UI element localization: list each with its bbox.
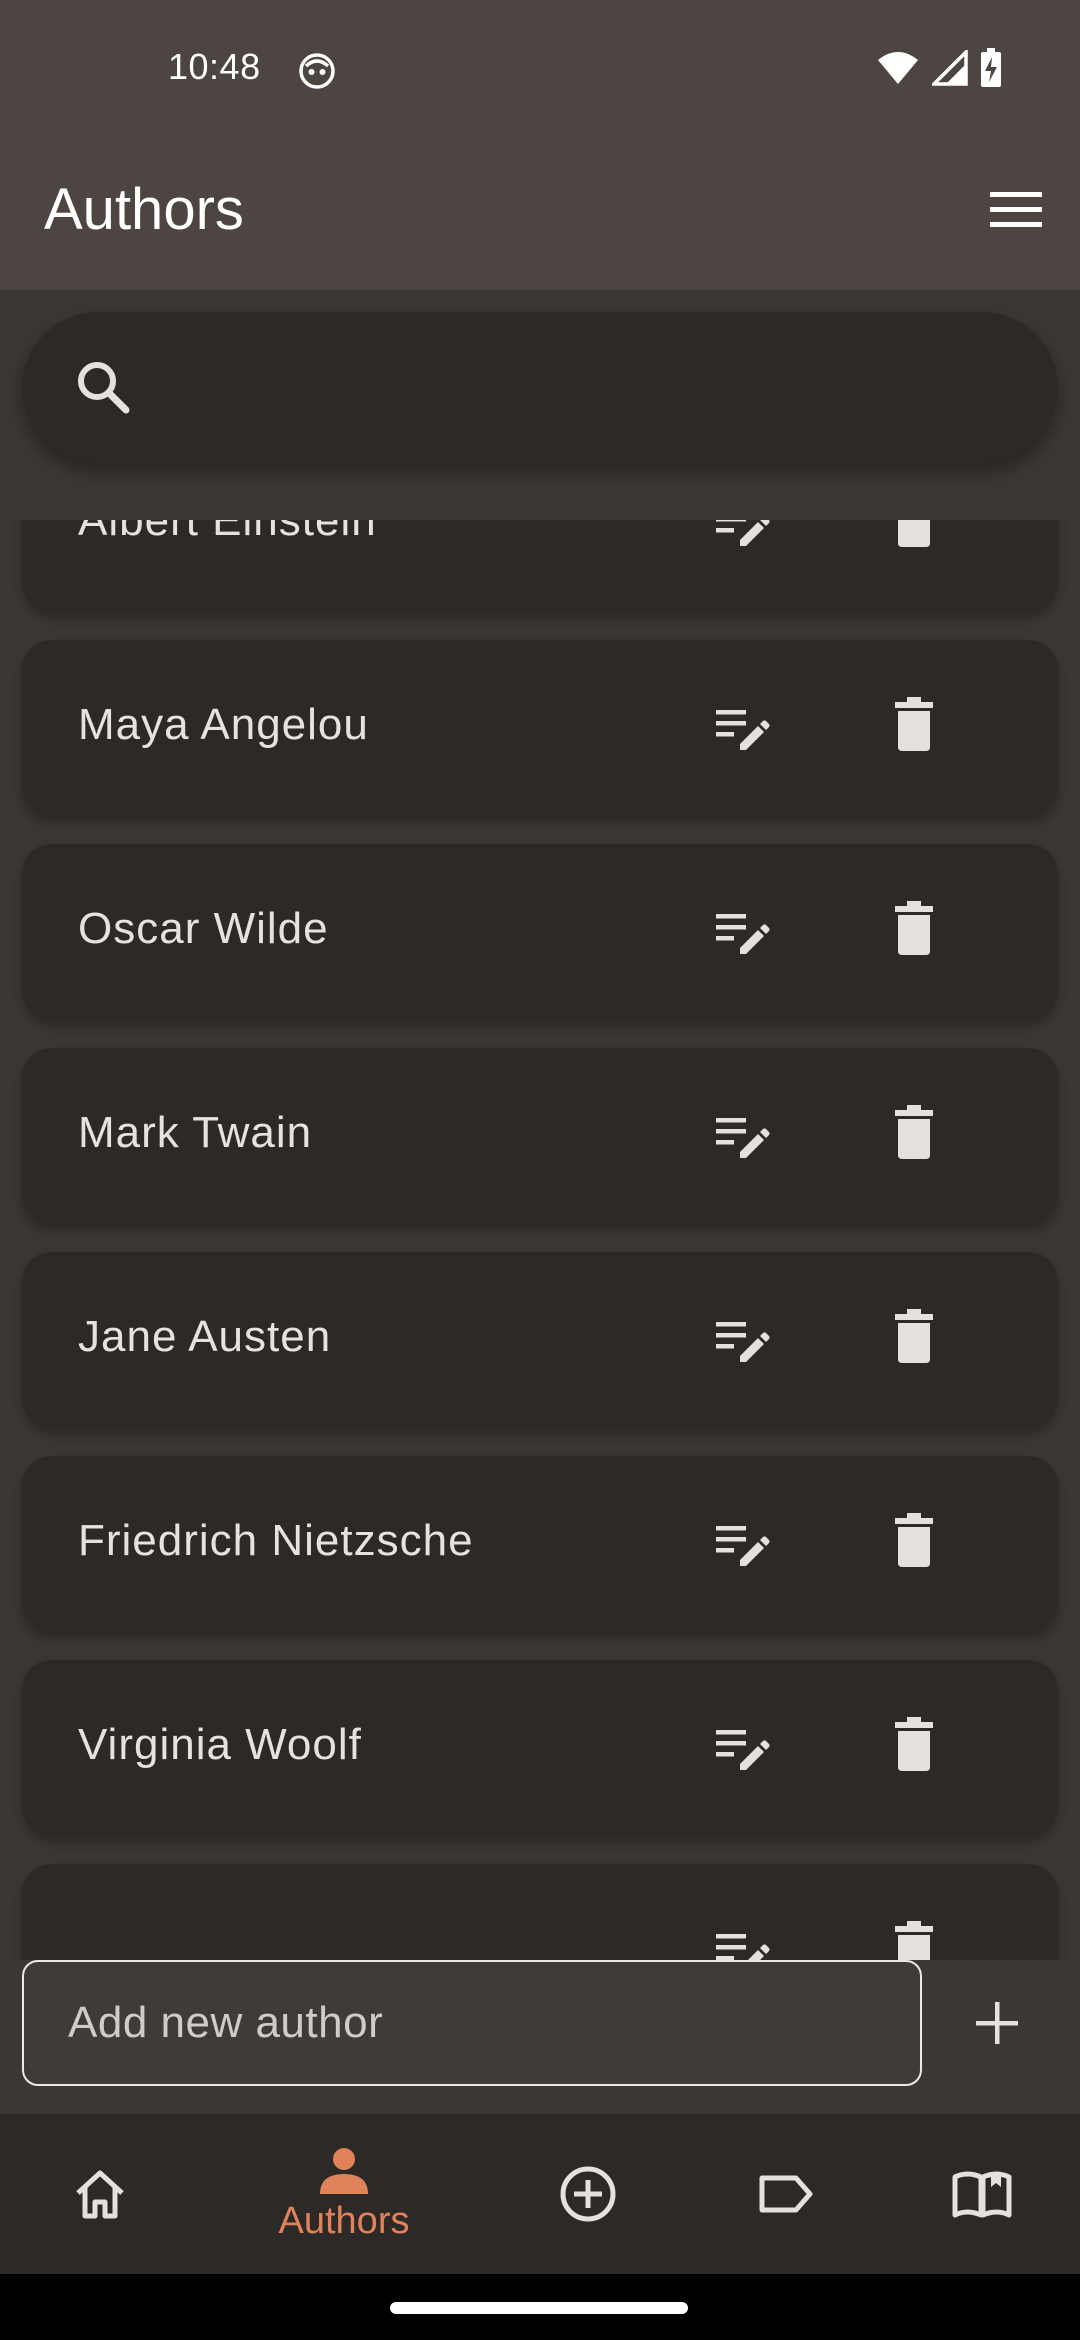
edit-author-button[interactable]: [702, 1914, 782, 1960]
author-card[interactable]: Friedrich Nietzsche: [22, 1456, 1058, 1632]
menu-icon: [990, 192, 1042, 227]
author-card[interactable]: Mark Twain: [22, 1048, 1058, 1224]
edit-author-button[interactable]: [702, 520, 782, 566]
author-name: Oscar Wilde: [78, 904, 329, 953]
add-circle-icon: [560, 2166, 616, 2222]
author-name: Maya Angelou: [78, 700, 369, 749]
trash-icon: [894, 696, 934, 756]
home-icon: [76, 2170, 124, 2219]
add-author-button[interactable]: [952, 1978, 1042, 2068]
trash-icon: [894, 1920, 934, 1960]
edit-author-button[interactable]: [702, 1710, 782, 1790]
delete-author-button[interactable]: [874, 890, 954, 970]
edit-note-icon: [714, 1520, 770, 1573]
status-bar: 10:48: [0, 0, 1080, 140]
edit-note-icon: [714, 1928, 770, 1960]
search-input[interactable]: [162, 348, 1026, 430]
nav-books[interactable]: [882, 2114, 1080, 2274]
page-title: Authors: [44, 177, 244, 242]
add-author-input[interactable]: [22, 1960, 922, 2086]
status-icons: [876, 47, 1002, 93]
home-gesture-handle[interactable]: [390, 2302, 688, 2314]
trash-icon: [894, 1512, 934, 1572]
edit-note-icon: [714, 1724, 770, 1777]
delete-author-button[interactable]: [874, 1706, 954, 1786]
edit-note-icon: [714, 908, 770, 961]
search-icon: [70, 354, 138, 422]
edit-author-button[interactable]: [702, 1098, 782, 1178]
delete-author-button[interactable]: [874, 1298, 954, 1378]
battery-charging-icon: [980, 47, 1002, 93]
edit-author-button[interactable]: [702, 690, 782, 770]
delete-author-button[interactable]: [874, 520, 954, 562]
author-card[interactable]: Albert Einstein: [22, 520, 1058, 612]
edit-author-button[interactable]: [702, 894, 782, 974]
author-name: Friedrich Nietzsche: [78, 1516, 474, 1565]
signal-icon: [929, 47, 968, 91]
delete-author-button[interactable]: [874, 1502, 954, 1582]
author-card[interactable]: Oscar Wilde: [22, 844, 1058, 1020]
author-name: Jane Austen: [78, 1312, 332, 1361]
author-card[interactable]: Virginia Woolf: [22, 1660, 1058, 1836]
menu-button[interactable]: [976, 170, 1056, 250]
book-icon: [952, 2171, 1012, 2218]
trash-icon: [894, 520, 934, 552]
trash-icon: [894, 900, 934, 960]
bottom-navigation: Authors: [0, 2114, 1080, 2274]
label-icon: [759, 2175, 813, 2213]
edit-note-icon: [714, 1316, 770, 1369]
nav-label-authors: Authors: [278, 2199, 410, 2242]
wifi-icon: [876, 50, 920, 91]
edit-author-button[interactable]: [702, 1506, 782, 1586]
delete-author-button[interactable]: [874, 1910, 954, 1960]
edit-note-icon: [714, 704, 770, 757]
delete-author-button[interactable]: [874, 686, 954, 766]
trash-icon: [894, 1104, 934, 1164]
trash-icon: [894, 1308, 934, 1368]
nav-home[interactable]: [0, 2114, 200, 2274]
nav-labels[interactable]: [686, 2114, 886, 2274]
author-name: Mark Twain: [78, 1108, 313, 1157]
nav-authors[interactable]: Authors: [244, 2114, 444, 2274]
author-list[interactable]: Albert Einstein Maya Angelou Oscar Wilde Ma…: [0, 520, 1080, 1960]
author-name: Albert Einstein: [78, 520, 377, 545]
gesture-bar: [0, 2274, 1080, 2340]
person-icon: [320, 2147, 368, 2194]
delete-author-button[interactable]: [874, 1094, 954, 1174]
edit-author-button[interactable]: [702, 1302, 782, 1382]
app-notification-icon: [298, 52, 336, 90]
add-author-row: [0, 1960, 1080, 2114]
author-card[interactable]: Maya Angelou: [22, 640, 1058, 816]
status-time: 10:48: [168, 46, 261, 87]
search-bar[interactable]: [22, 312, 1058, 464]
nav-add[interactable]: [488, 2114, 688, 2274]
plus-icon: [976, 2002, 1018, 2044]
edit-note-icon: [714, 1112, 770, 1165]
edit-note-icon: [714, 520, 770, 553]
author-card[interactable]: [22, 1864, 1058, 1960]
trash-icon: [894, 1716, 934, 1776]
author-name: Virginia Woolf: [78, 1720, 362, 1769]
app-bar: Authors: [0, 140, 1080, 290]
author-card[interactable]: Jane Austen: [22, 1252, 1058, 1428]
